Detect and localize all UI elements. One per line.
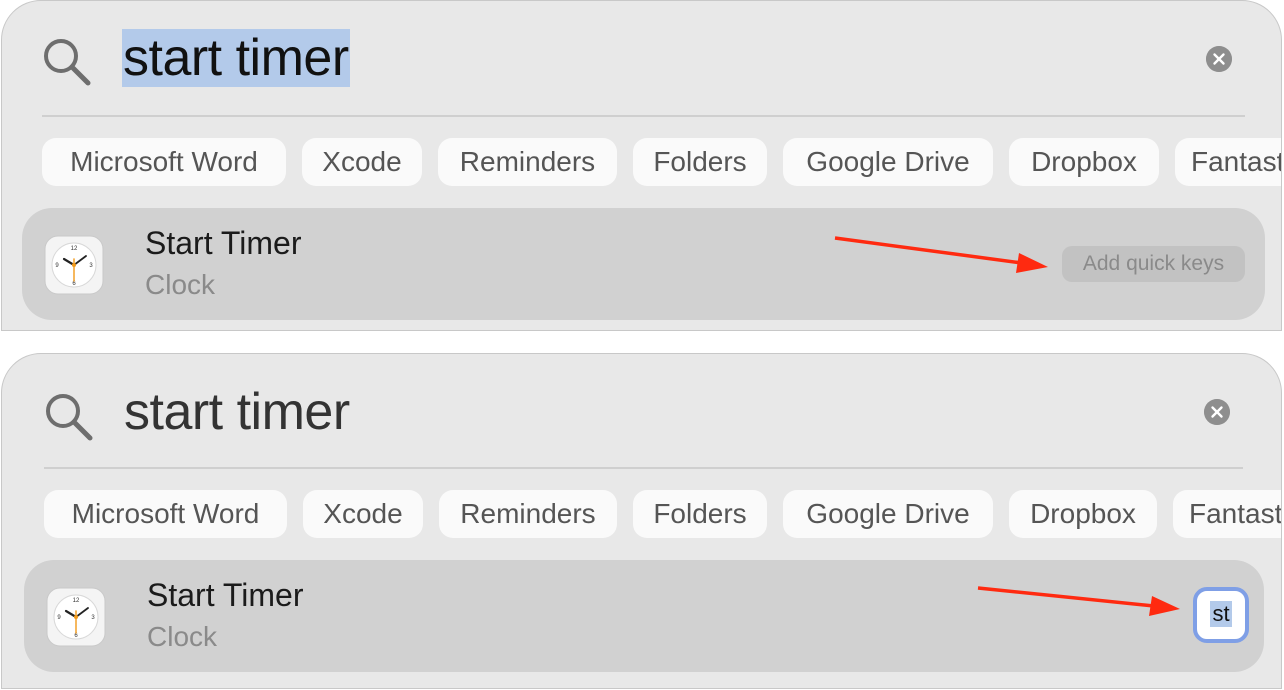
arrow-annotation	[834, 236, 1048, 273]
spotlight-panel-after: start timer Microsoft Word Xcode Reminde…	[1, 353, 1282, 689]
arrow-annotation	[977, 586, 1180, 616]
spotlight-panel-before: start timer Microsoft Word Xcode Reminde…	[1, 0, 1282, 331]
